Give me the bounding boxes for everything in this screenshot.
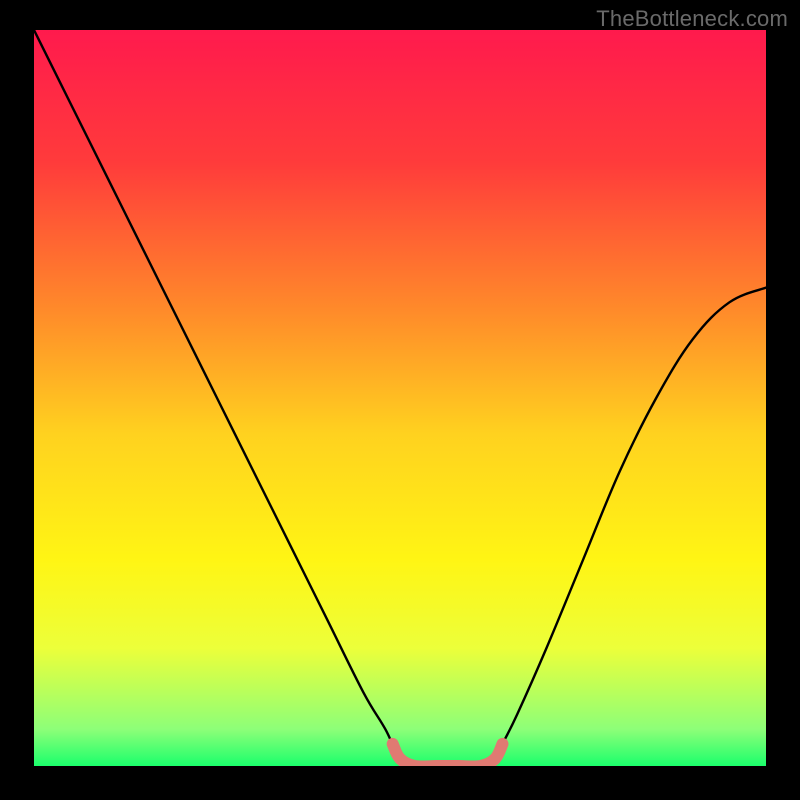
plot-area: [34, 30, 766, 766]
watermark-text: TheBottleneck.com: [596, 6, 788, 32]
chart-svg: [34, 30, 766, 766]
chart-container: TheBottleneck.com: [0, 0, 800, 800]
